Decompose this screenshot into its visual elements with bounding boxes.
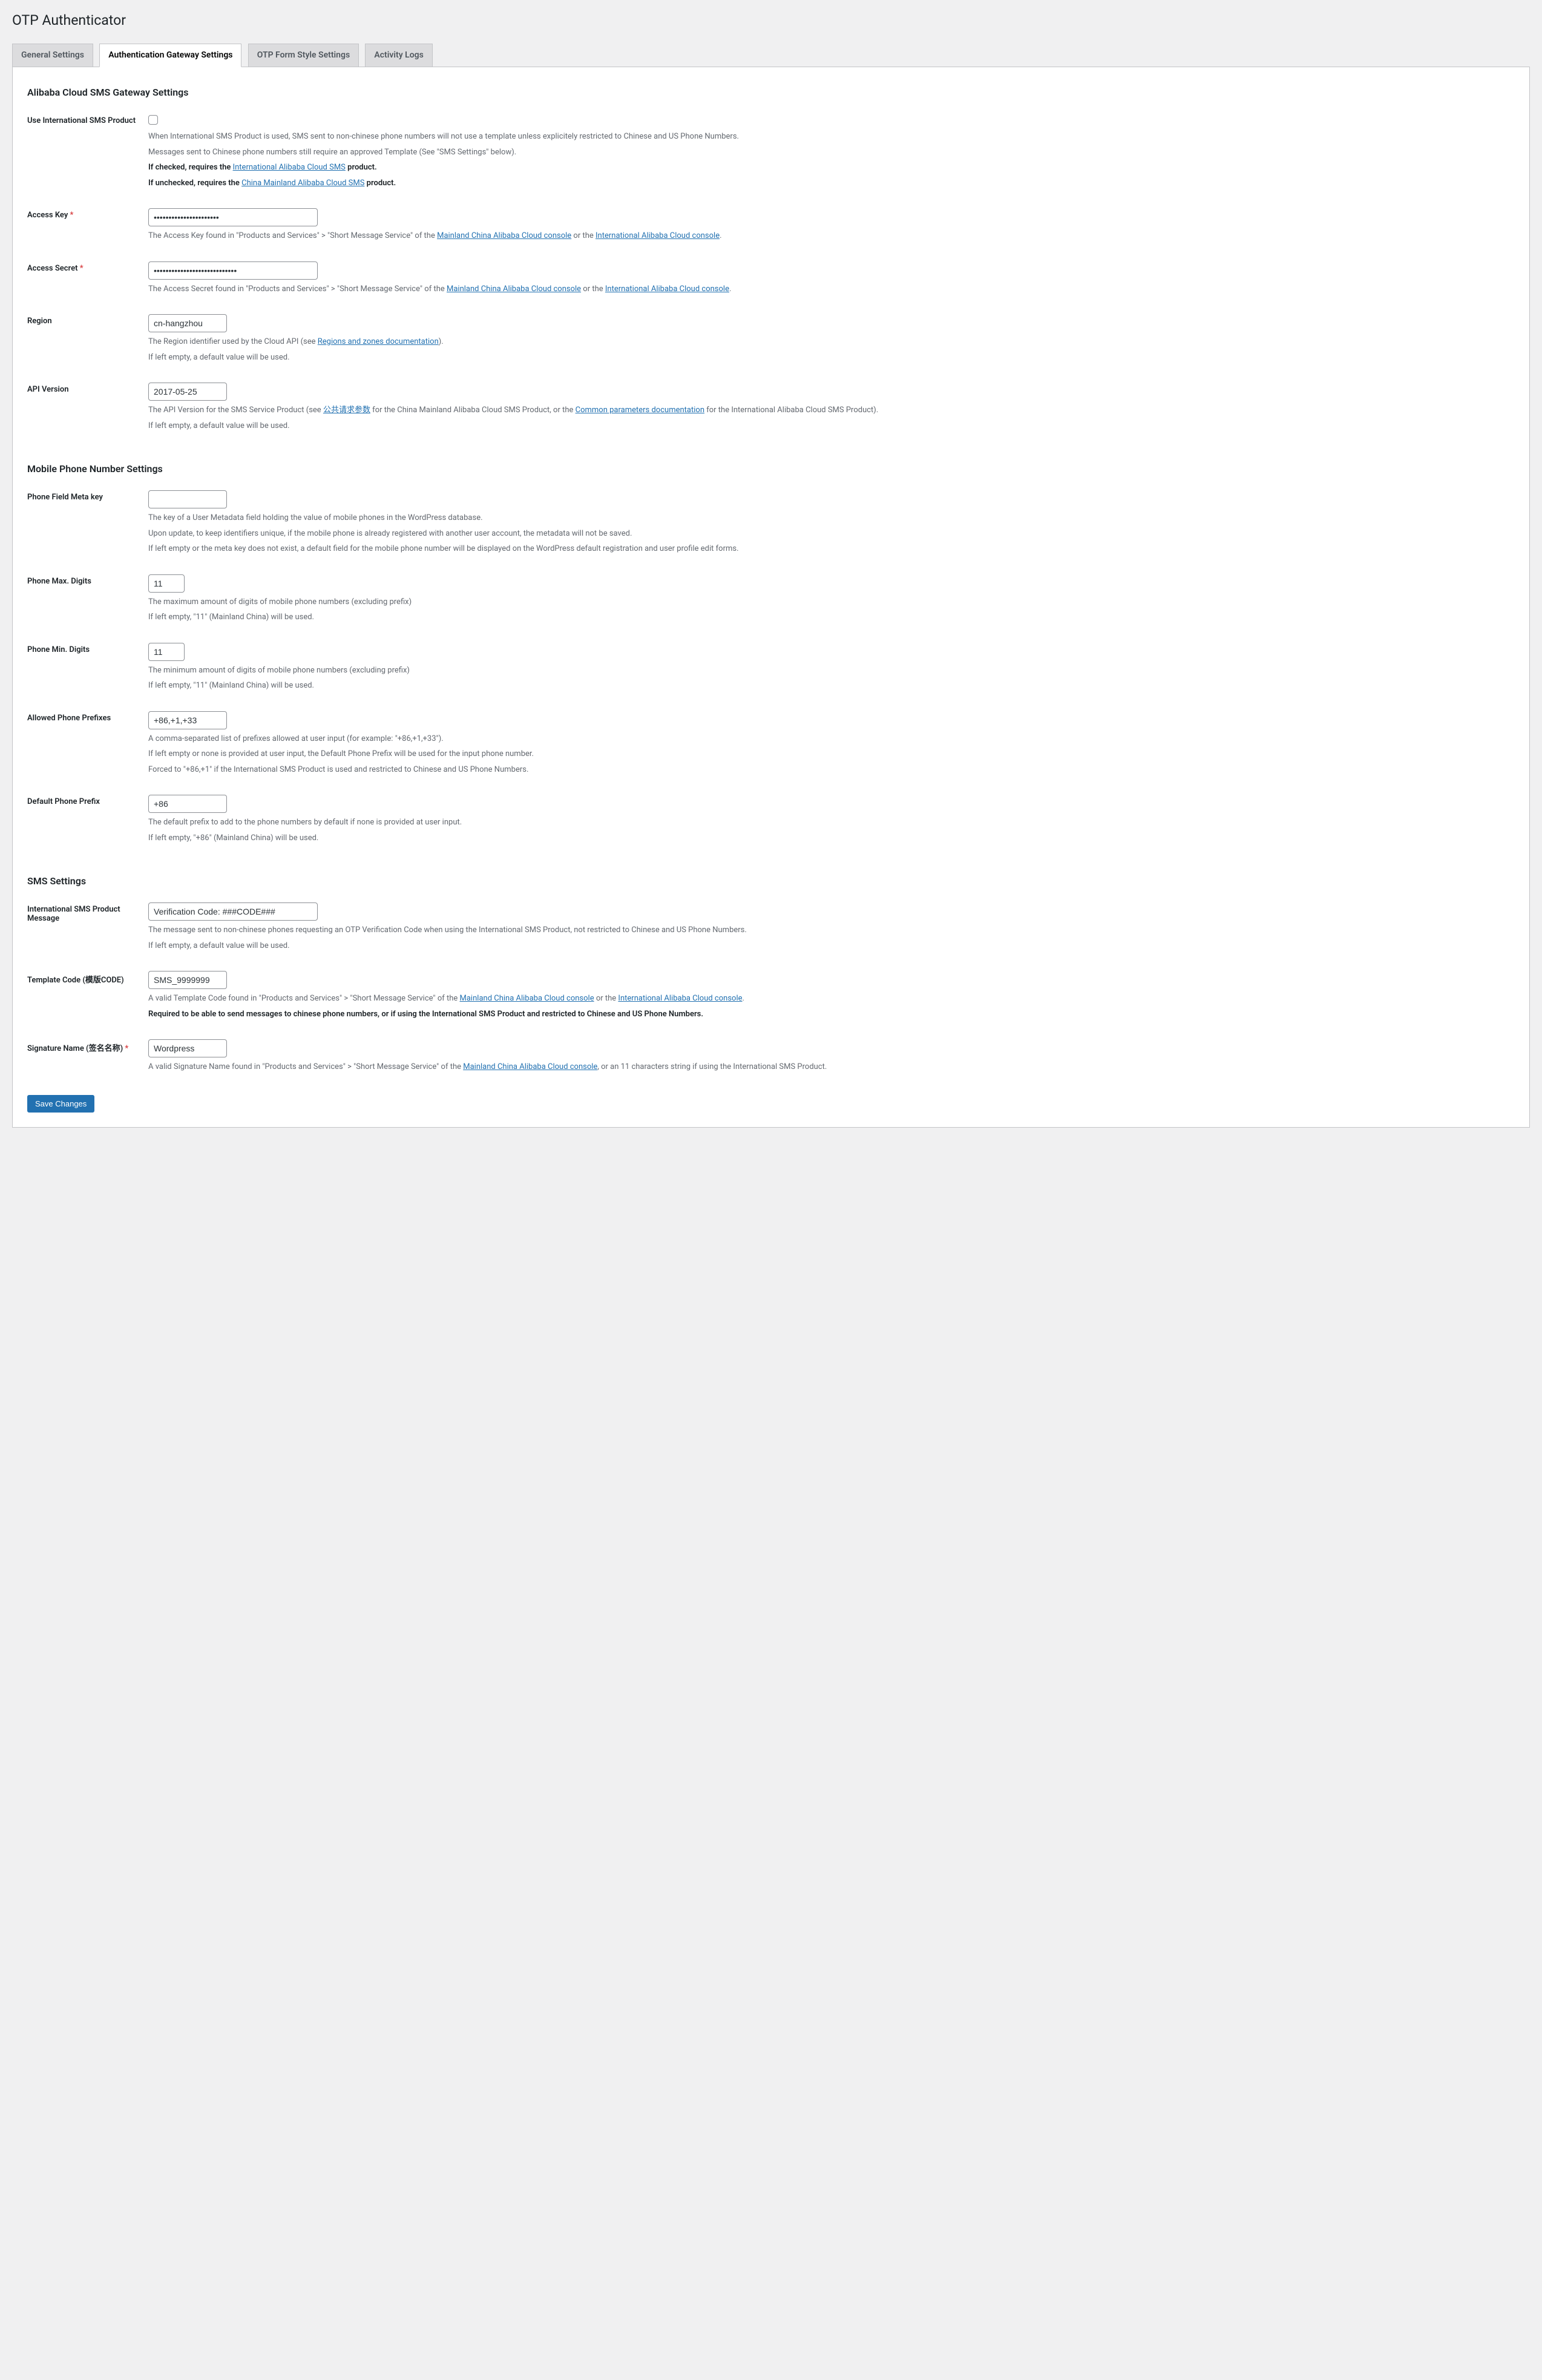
use-intl-checkbox[interactable] — [148, 115, 158, 125]
api-version-link-intl[interactable]: Common parameters documentation — [576, 406, 704, 415]
phone-min-desc-2: If left empty, "11" (Mainland China) wil… — [148, 680, 1509, 692]
phone-max-desc-1: The maximum amount of digits of mobile p… — [148, 596, 1509, 608]
access-secret-link-intl[interactable]: International Alibaba Cloud console — [605, 284, 729, 294]
api-version-input[interactable] — [148, 383, 227, 401]
intl-alibaba-link[interactable]: International Alibaba Cloud SMS — [233, 163, 346, 172]
api-version-desc-2: If left empty, a default value will be u… — [148, 420, 1509, 432]
use-intl-label: Use International SMS Product — [27, 104, 148, 199]
access-secret-link-cn[interactable]: Mainland China Alibaba Cloud console — [447, 284, 581, 294]
access-key-input[interactable] — [148, 208, 318, 226]
tab-auth-gateway[interactable]: Authentication Gateway Settings — [99, 44, 241, 67]
use-intl-desc-2: Messages sent to Chinese phone numbers s… — [148, 146, 1509, 159]
phone-meta-desc-2: Upon update, to keep identifiers unique,… — [148, 528, 1509, 540]
template-code-link-intl[interactable]: International Alibaba Cloud console — [618, 994, 742, 1003]
access-key-label: Access Key * — [27, 199, 148, 252]
tab-general[interactable]: General Settings — [12, 44, 93, 67]
template-code-desc-1: A valid Template Code found in "Products… — [148, 993, 1509, 1005]
allowed-prefixes-desc-3: Forced to "+86,+1" if the International … — [148, 764, 1509, 776]
signature-label: Signature Name (签名名称) * — [27, 1030, 148, 1083]
phone-meta-desc-1: The key of a User Metadata field holding… — [148, 512, 1509, 524]
settings-panel: Alibaba Cloud SMS Gateway Settings Use I… — [12, 67, 1530, 1128]
phone-min-input[interactable] — [148, 643, 185, 661]
region-label: Region — [27, 304, 148, 373]
access-key-desc: The Access Key found in "Products and Se… — [148, 230, 1509, 242]
tab-otp-form-style[interactable]: OTP Form Style Settings — [248, 44, 359, 67]
phone-meta-input[interactable] — [148, 490, 227, 508]
access-secret-desc: The Access Secret found in "Products and… — [148, 283, 1509, 295]
tab-bar: General Settings Authentication Gateway … — [12, 38, 1530, 67]
default-prefix-input[interactable] — [148, 795, 227, 813]
signature-input[interactable] — [148, 1039, 227, 1057]
phone-max-input[interactable] — [148, 574, 185, 593]
default-prefix-label: Default Phone Prefix — [27, 785, 148, 853]
access-key-link-intl[interactable]: International Alibaba Cloud console — [595, 231, 720, 240]
access-key-link-cn[interactable]: Mainland China Alibaba Cloud console — [437, 231, 571, 240]
use-intl-desc-3: If checked, requires the International A… — [148, 162, 1509, 174]
phone-max-label: Phone Max. Digits — [27, 565, 148, 633]
phone-min-label: Phone Min. Digits — [27, 633, 148, 702]
phone-meta-desc-3: If left empty or the meta key does not e… — [148, 543, 1509, 555]
default-prefix-desc-1: The default prefix to add to the phone n… — [148, 817, 1509, 829]
access-secret-input[interactable] — [148, 261, 318, 280]
phone-min-desc-1: The minimum amount of digits of mobile p… — [148, 665, 1509, 677]
signature-link-cn[interactable]: Mainland China Alibaba Cloud console — [463, 1062, 597, 1071]
default-prefix-desc-2: If left empty, "+86" (Mainland China) wi… — [148, 832, 1509, 844]
api-version-desc-1: The API Version for the SMS Service Prod… — [148, 404, 1509, 416]
section-sms: SMS Settings — [27, 875, 1515, 887]
use-intl-desc-4: If unchecked, requires the China Mainlan… — [148, 177, 1509, 189]
tab-activity-logs[interactable]: Activity Logs — [365, 44, 432, 67]
intl-message-desc-1: The message sent to non-chinese phones r… — [148, 924, 1509, 936]
intl-message-input[interactable] — [148, 902, 318, 921]
allowed-prefixes-desc-1: A comma-separated list of prefixes allow… — [148, 733, 1509, 745]
region-desc-1: The Region identifier used by the Cloud … — [148, 336, 1509, 348]
save-button[interactable]: Save Changes — [27, 1095, 94, 1113]
allowed-prefixes-input[interactable] — [148, 711, 227, 729]
cn-alibaba-link[interactable]: China Mainland Alibaba Cloud SMS — [241, 179, 364, 188]
phone-max-desc-2: If left empty, "11" (Mainland China) wil… — [148, 611, 1509, 623]
template-code-desc-2: Required to be able to send messages to … — [148, 1008, 1509, 1021]
template-code-label: Template Code (模版CODE) — [27, 961, 148, 1030]
intl-message-label: International SMS Product Message — [27, 893, 148, 961]
region-input[interactable] — [148, 314, 227, 332]
section-alibaba: Alibaba Cloud SMS Gateway Settings — [27, 87, 1515, 98]
signature-desc: A valid Signature Name found in "Product… — [148, 1061, 1509, 1073]
api-version-label: API Version — [27, 373, 148, 441]
allowed-prefixes-desc-2: If left empty or none is provided at use… — [148, 748, 1509, 760]
intl-message-desc-2: If left empty, a default value will be u… — [148, 940, 1509, 952]
page-title: OTP Authenticator — [12, 12, 1530, 31]
regions-doc-link[interactable]: Regions and zones documentation — [318, 337, 439, 346]
section-phone: Mobile Phone Number Settings — [27, 463, 1515, 475]
template-code-input[interactable] — [148, 971, 227, 989]
api-version-link-cn[interactable]: 公共请求参数 — [323, 406, 370, 415]
access-secret-label: Access Secret * — [27, 252, 148, 305]
template-code-link-cn[interactable]: Mainland China Alibaba Cloud console — [460, 994, 594, 1003]
allowed-prefixes-label: Allowed Phone Prefixes — [27, 702, 148, 786]
use-intl-desc-1: When International SMS Product is used, … — [148, 131, 1509, 143]
phone-meta-label: Phone Field Meta key — [27, 481, 148, 565]
region-desc-2: If left empty, a default value will be u… — [148, 352, 1509, 364]
